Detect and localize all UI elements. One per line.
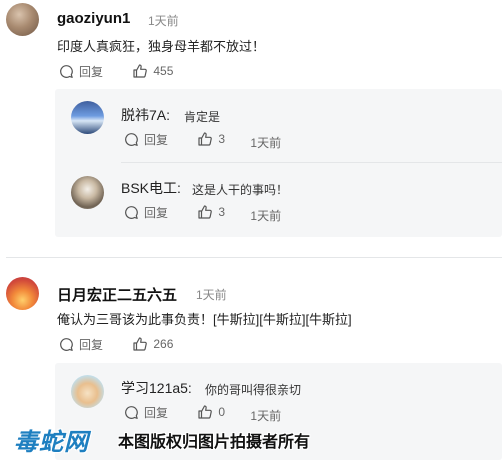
reply-button[interactable]: 回复 bbox=[124, 204, 168, 221]
thumbs-up-icon bbox=[198, 205, 213, 219]
comment-time: 1天前 bbox=[196, 288, 227, 302]
like-button[interactable]: 455 bbox=[132, 63, 173, 79]
comment-bubble-icon bbox=[125, 406, 138, 419]
reply-item: 脱祎7A: 肯定是 回复 3 1天前 bbox=[55, 89, 502, 162]
comment-actions: 回复 455 bbox=[59, 63, 199, 82]
reply-time: 1天前 bbox=[250, 136, 282, 150]
watermark-text: 本图版权归图片拍摄者所有 bbox=[118, 434, 311, 451]
comment-text: 俺认为三哥该为此事负责！[牛斯拉][牛斯拉][牛斯拉] bbox=[57, 312, 352, 327]
reply-time: 1天前 bbox=[250, 409, 282, 423]
avatar[interactable] bbox=[71, 101, 104, 134]
comment-username[interactable]: gaoziyun1 bbox=[57, 10, 130, 27]
reply-text: 肯定是 bbox=[184, 110, 221, 124]
thumbs-up-icon bbox=[133, 337, 148, 351]
comment-bubble-icon bbox=[60, 65, 73, 78]
reply-label: 回复 bbox=[144, 133, 169, 147]
like-button[interactable]: 0 bbox=[197, 404, 225, 420]
reply-username[interactable]: BSK电工: bbox=[121, 178, 181, 198]
like-count: 3 bbox=[218, 205, 226, 219]
comment-divider bbox=[6, 257, 502, 258]
like-count: 266 bbox=[153, 337, 174, 351]
comment-text: 印度人真疯狂，独身母羊都不放过！ bbox=[57, 39, 266, 54]
reply-actions: 回复 3 1天前 bbox=[124, 204, 281, 224]
reply-actions: 回复 0 1天前 bbox=[124, 404, 281, 424]
like-button[interactable]: 3 bbox=[197, 204, 225, 220]
like-button[interactable]: 3 bbox=[197, 131, 225, 147]
comment-username[interactable]: 日月宏正二五六五 bbox=[57, 284, 177, 305]
reply-item: BSK电工: 这是人干的事吗！ 回复 3 1天前 bbox=[55, 164, 502, 237]
like-count: 0 bbox=[218, 405, 226, 419]
reply-label: 回复 bbox=[79, 65, 104, 79]
avatar[interactable] bbox=[71, 375, 104, 408]
like-count: 3 bbox=[218, 132, 226, 146]
reply-label: 回复 bbox=[144, 406, 169, 420]
avatar[interactable] bbox=[71, 176, 104, 209]
thumbs-up-icon bbox=[198, 405, 213, 419]
comment-bubble-icon bbox=[60, 338, 73, 351]
reply-list: 脱祎7A: 肯定是 回复 3 1天前 BSK电工: 这是人干的事吗！ 回复 3 … bbox=[55, 89, 502, 237]
reply-label: 回复 bbox=[144, 206, 169, 220]
thumbs-up-icon bbox=[133, 64, 148, 78]
comment-item: gaoziyun1 1天前 印度人真疯狂，独身母羊都不放过！ 回复 455 脱祎… bbox=[0, 0, 502, 250]
watermark-logo: 毒蛇网 bbox=[14, 427, 89, 456]
reply-time: 1天前 bbox=[250, 209, 282, 223]
reply-button[interactable]: 回复 bbox=[59, 336, 103, 353]
watermark: 毒蛇网 本图版权归图片拍摄者所有 bbox=[14, 424, 354, 456]
reply-button[interactable]: 回复 bbox=[124, 131, 168, 148]
reply-text: 你的哥叫得很亲切 bbox=[205, 383, 302, 397]
avatar[interactable] bbox=[6, 3, 39, 36]
comment-time: 1天前 bbox=[148, 14, 179, 28]
reply-label: 回复 bbox=[79, 338, 104, 352]
comment-actions: 回复 266 bbox=[59, 336, 199, 355]
like-count: 455 bbox=[153, 64, 174, 78]
thumbs-up-icon bbox=[198, 132, 213, 146]
reply-actions: 回复 3 1天前 bbox=[124, 131, 281, 151]
comment-bubble-icon bbox=[125, 133, 138, 146]
like-button[interactable]: 266 bbox=[132, 336, 173, 352]
reply-text: 这是人干的事吗！ bbox=[192, 183, 289, 197]
avatar[interactable] bbox=[6, 277, 39, 310]
reply-button[interactable]: 回复 bbox=[59, 63, 103, 80]
comment-bubble-icon bbox=[125, 206, 138, 219]
reply-username[interactable]: 脱祎7A: bbox=[121, 105, 170, 125]
reply-username[interactable]: 学习121a5: bbox=[121, 378, 192, 398]
divider bbox=[121, 162, 502, 163]
reply-button[interactable]: 回复 bbox=[124, 404, 168, 421]
